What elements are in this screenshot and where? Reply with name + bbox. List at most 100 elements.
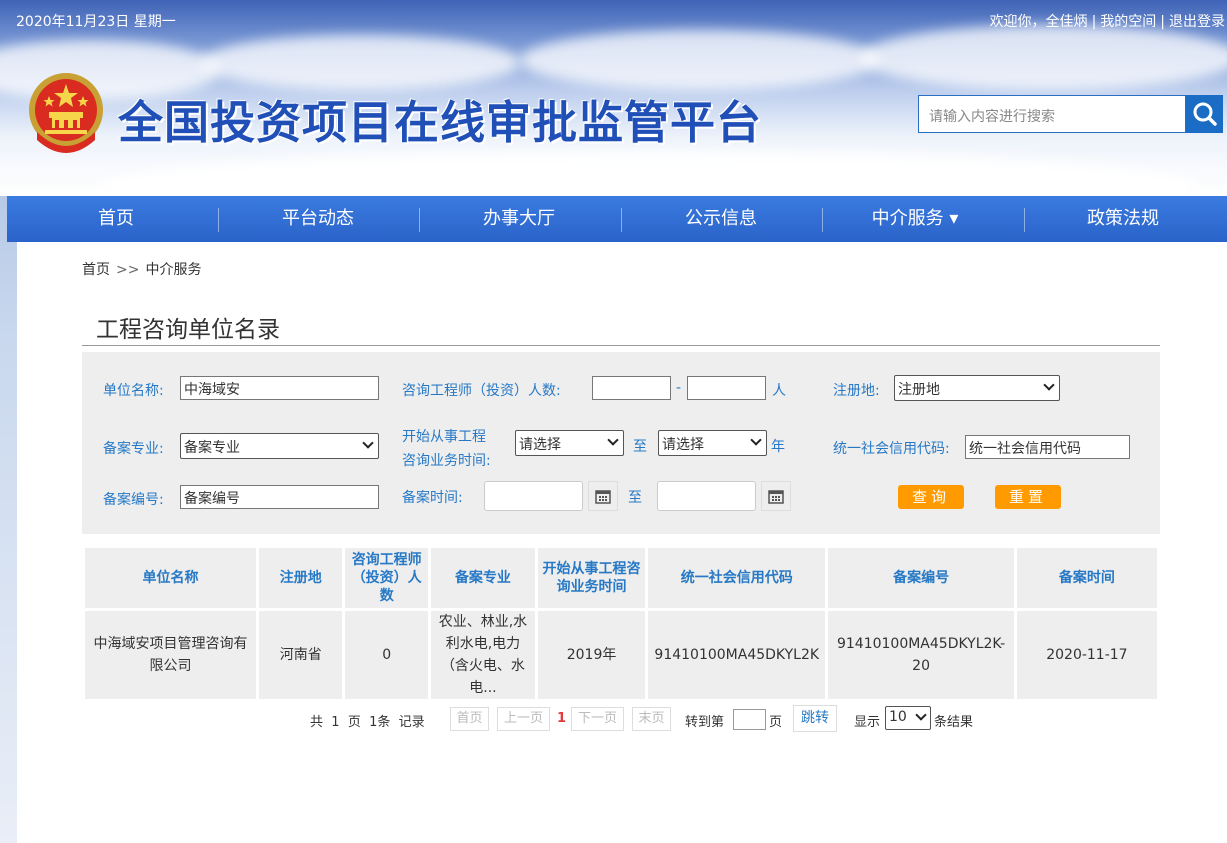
pager-page-unit: 页 <box>347 715 361 730</box>
table-header-row: 单位名称 注册地 咨询工程师（投资）人数 备案专业 开始从事工程咨询业务时间 统… <box>85 548 1157 608</box>
credit-code-input[interactable]: 统一社会信用代码 <box>965 435 1130 459</box>
engineer-count-min-input[interactable] <box>592 376 671 400</box>
unit-name-label: 单位名称: <box>103 383 164 399</box>
pager-records-suffix: 记录 <box>398 715 425 730</box>
nav-service-hall[interactable]: 办事大厅 <box>419 196 619 242</box>
prev-page-button[interactable]: 上一页 <box>497 707 550 731</box>
jump-button[interactable]: 跳转 <box>793 705 837 732</box>
goto-unit: 页 <box>769 715 783 730</box>
cell-engineer-count: 0 <box>345 611 428 699</box>
col-header-unit-name: 单位名称 <box>85 548 257 608</box>
search-input[interactable]: 请输入内容进行搜索 <box>918 95 1186 133</box>
range-dash: - <box>676 380 682 396</box>
cell-unit-name[interactable]: 中海域安项目管理咨询有限公司 <box>85 611 257 699</box>
nav-agency-service[interactable]: 中介服务 ▾ <box>815 196 1015 242</box>
start-year-from-value: 请选择 <box>519 437 561 453</box>
breadcrumb-home[interactable]: 首页 <box>82 262 110 278</box>
calendar-icon <box>595 490 611 504</box>
nav-platform-news[interactable]: 平台动态 <box>218 196 418 242</box>
cloud-decoration <box>200 35 520 90</box>
credit-code-label: 统一社会信用代码: <box>833 441 950 457</box>
calendar-icon <box>768 490 784 504</box>
chevron-down-icon <box>750 434 762 446</box>
cell-record-time: 2020-11-17 <box>1016 611 1157 699</box>
specialty-label: 备案专业: <box>103 441 164 457</box>
nav-policy[interactable]: 政策法规 <box>1023 196 1223 242</box>
pager-total-prefix: 共 <box>310 715 324 730</box>
goto-page-input[interactable] <box>733 709 766 730</box>
record-no-label: 备案编号: <box>103 492 164 508</box>
chevron-down-icon <box>915 709 927 721</box>
welcome-text: 欢迎你，全佳炳 <box>989 14 1088 30</box>
col-header-specialty: 备案专业 <box>430 548 535 608</box>
cell-record-no: 91410100MA45DKYL2K-20 <box>828 611 1014 699</box>
record-to-label: 至 <box>628 490 642 506</box>
unit-name-input[interactable]: 中海域安 <box>180 376 379 400</box>
search-icon <box>1193 102 1217 126</box>
col-header-record-no: 备案编号 <box>828 548 1014 608</box>
cell-credit-code: 91410100MA45DKYL2K <box>648 611 826 699</box>
specialty-select[interactable]: 备案专业 <box>180 433 379 459</box>
pager-summary: 共 1 页 1条 记录 <box>310 711 425 730</box>
last-page-button[interactable]: 末页 <box>632 707 671 731</box>
engineer-count-max-input[interactable] <box>687 376 766 400</box>
breadcrumb-separator: >> <box>116 262 140 278</box>
chevron-down-icon <box>607 434 619 446</box>
breadcrumb: 首页 >> 中介服务 <box>82 259 201 279</box>
site-header: 2020年11月23日 星期一 欢迎你，全佳炳 | 我的空间 | 退出登录 全国投资项目… <box>0 0 1227 196</box>
start-year-to-value: 请选择 <box>662 437 704 453</box>
search-button[interactable] <box>1186 95 1223 133</box>
main-nav: 首页 平台动态 办事大厅 公示信息 中介服务 ▾ 政策法规 <box>7 196 1227 242</box>
start-year-from-select[interactable]: 请选择 <box>515 430 624 456</box>
table-row[interactable]: 中海域安项目管理咨询有限公司 河南省 0 农业、林业,水利水电,电力（含火电、水… <box>85 611 1157 699</box>
cloud-decoration <box>520 30 880 90</box>
reg-place-select[interactable]: 注册地 <box>894 375 1060 401</box>
person-unit-label: 人 <box>772 383 786 399</box>
pager-records: 1条 <box>369 715 391 730</box>
reset-button[interactable]: 重置 <box>995 485 1061 509</box>
first-page-button[interactable]: 首页 <box>450 707 489 731</box>
record-time-to-input[interactable] <box>657 481 756 511</box>
year-unit-label: 年 <box>771 439 785 455</box>
national-emblem-icon <box>29 73 103 153</box>
engineer-count-label: 咨询工程师（投资）人数: <box>402 383 561 399</box>
query-button[interactable]: 查询 <box>898 485 964 509</box>
specialty-value: 备案专业 <box>184 440 240 456</box>
nav-home[interactable]: 首页 <box>16 196 216 242</box>
current-page[interactable]: 1 <box>557 711 566 726</box>
breadcrumb-current[interactable]: 中介服务 <box>145 262 201 278</box>
record-time-label: 备案时间: <box>402 490 463 506</box>
cell-specialty: 农业、林业,水利水电,电力（含火电、水电... <box>430 611 535 699</box>
cloud-decoration <box>860 25 1227 90</box>
cell-reg-place: 河南省 <box>259 611 343 699</box>
page-size-select[interactable]: 10 <box>885 706 931 730</box>
col-header-record-time: 备案时间 <box>1016 548 1157 608</box>
page-size-value: 10 <box>889 709 907 725</box>
reg-place-label: 注册地: <box>833 383 880 399</box>
calendar-from-button[interactable] <box>588 481 618 511</box>
nav-public-info[interactable]: 公示信息 <box>621 196 821 242</box>
cloud-decoration <box>100 150 1200 196</box>
logout-link[interactable]: 退出登录 <box>1169 14 1225 30</box>
user-links: 欢迎你，全佳炳 | 我的空间 | 退出登录 <box>989 14 1225 30</box>
results-label: 条结果 <box>934 715 974 730</box>
pager-total-pages: 1 <box>331 715 340 730</box>
calendar-to-button[interactable] <box>761 481 791 511</box>
col-header-credit-code: 统一社会信用代码 <box>648 548 826 608</box>
my-space-link[interactable]: 我的空间 <box>1100 14 1156 30</box>
start-time-label: 开始从事工程 <box>402 429 486 445</box>
goto-label: 转到第 <box>685 715 725 730</box>
to-label: 至 <box>633 439 647 455</box>
page-title: 工程咨询单位名录 <box>96 317 280 343</box>
next-page-button[interactable]: 下一页 <box>571 707 624 731</box>
record-time-from-input[interactable] <box>484 481 583 511</box>
start-time-label-line2: 咨询业务时间: <box>402 453 491 469</box>
results-table: 单位名称 注册地 咨询工程师（投资）人数 备案专业 开始从事工程咨询业务时间 统… <box>82 545 1160 702</box>
col-header-reg-place: 注册地 <box>259 548 343 608</box>
chevron-down-icon <box>362 437 374 449</box>
col-header-engineer-count: 咨询工程师（投资）人数 <box>345 548 428 608</box>
col-header-start-time: 开始从事工程咨询业务时间 <box>537 548 646 608</box>
record-no-input[interactable]: 备案编号 <box>180 485 379 509</box>
start-year-to-select[interactable]: 请选择 <box>658 430 767 456</box>
site-title: 全国投资项目在线审批监管平台 <box>118 96 763 149</box>
